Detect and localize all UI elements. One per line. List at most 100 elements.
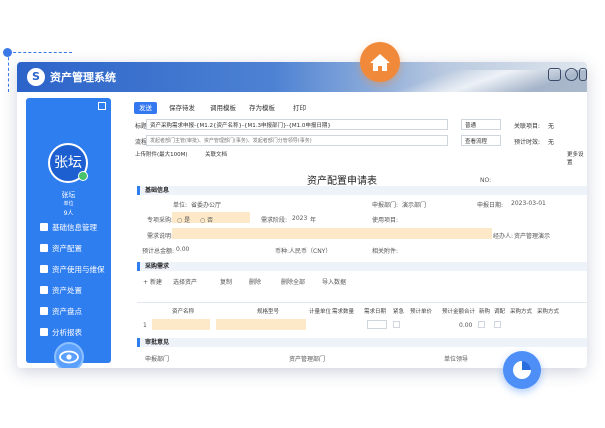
app-window: S 资产管理系统 张坛 张坛 单位 9人 基础信息管理 资产配置 资产使用与维保… <box>17 62 587 368</box>
currency-label: 币种: <box>275 248 290 255</box>
send-button[interactable]: 发送 <box>134 102 157 114</box>
dept-value: 演示部门 <box>402 202 427 209</box>
approval-leader: 单位领导 <box>444 356 469 363</box>
col-asset-name: 资产名称 <box>172 309 195 315</box>
date-input[interactable] <box>367 320 387 329</box>
title-input[interactable]: 资产采购需求申报-{M1.2{资产名称}-{M1.3申报部门}-{M1.0申报日… <box>146 119 448 130</box>
approval-dept: 申报部门 <box>145 356 170 363</box>
year-unit: 年 <box>310 217 317 224</box>
sidebar-item-asset-dispose[interactable]: 资产处置 <box>26 282 111 300</box>
col-date: 需求日期 <box>364 309 387 315</box>
sidebar-item-asset-use[interactable]: 资产使用与维保 <box>26 261 111 279</box>
add-button[interactable]: + 新建 <box>143 277 162 286</box>
section-purchase: 采购需求 <box>137 262 587 271</box>
copy-button[interactable]: 复制 <box>220 277 232 286</box>
use-template-button[interactable]: 调用模板 <box>210 102 236 114</box>
online-check-icon <box>78 171 88 181</box>
sidebar-item-inventory[interactable]: 资产盘点 <box>26 303 111 321</box>
collapse-icon[interactable] <box>98 102 106 110</box>
view-flow-button[interactable]: 查看流程 <box>461 135 501 146</box>
asset-name-input[interactable] <box>152 319 210 330</box>
date-label: 申报日期: <box>477 202 504 209</box>
sidebar-item-reports[interactable]: 分析报表 <box>26 324 111 342</box>
attach-label: 相关附件: <box>372 248 399 255</box>
document-icon <box>40 286 48 294</box>
related-value[interactable]: 无 <box>548 121 554 130</box>
form-title: 资产配置申请表 <box>307 176 377 187</box>
delete-button[interactable]: 删除 <box>249 277 261 286</box>
col-transfer: 调配 <box>494 309 506 315</box>
save-template-button[interactable]: 存为模板 <box>249 102 275 114</box>
deadline-label: 预计时效: <box>514 139 541 146</box>
col-method-2: 采购方式 <box>537 309 560 315</box>
related-label: 关联项目: <box>514 123 541 130</box>
handler-label: 经办人: <box>493 233 514 240</box>
col-spec: 规格型号 <box>257 309 280 315</box>
user-name: 张坛 <box>61 191 76 199</box>
related-doc-link[interactable]: 关联文档 <box>205 150 227 158</box>
year-value[interactable]: 2023 <box>292 215 307 222</box>
app-logo-icon: S <box>27 68 45 86</box>
approval-asset-dept: 资产管理部门 <box>289 356 326 363</box>
col-unit: 计量单位 <box>309 309 332 315</box>
import-button[interactable]: 导入数据 <box>322 277 346 286</box>
home-icon <box>40 223 48 231</box>
settings-icon[interactable] <box>579 68 587 81</box>
delete-all-button[interactable]: 删除全部 <box>281 277 305 286</box>
sidebar-item-base-info[interactable]: 基础信息管理 <box>26 219 111 237</box>
urgent-checkbox[interactable] <box>393 321 400 328</box>
document-icon <box>40 244 48 252</box>
new-checkbox[interactable] <box>478 321 485 328</box>
table-divider <box>137 302 587 303</box>
stage-label: 需求阶段: <box>261 217 288 224</box>
eye-icon[interactable] <box>54 342 84 368</box>
desc-input[interactable] <box>172 228 492 239</box>
app-title: 资产管理系统 <box>50 71 116 84</box>
col-new: 新购 <box>479 309 491 315</box>
priority-select[interactable]: 普通 <box>461 119 501 130</box>
sidebar: 张坛 张坛 单位 9人 基础信息管理 资产配置 资产使用与维保 资产处置 资产盘… <box>26 98 111 368</box>
home-icon[interactable] <box>360 42 400 82</box>
dept-label: 申报部门: <box>372 202 399 209</box>
col-urgent: 紧急 <box>393 309 405 315</box>
radio-no[interactable]: ○ 否 <box>200 215 213 224</box>
grid-icon[interactable] <box>565 68 578 81</box>
decor-dashed-line-vertical <box>8 52 9 92</box>
document-icon <box>40 265 48 273</box>
handler-value: 资产管理演示 <box>514 233 551 240</box>
col-qty: 需求数量 <box>332 309 355 315</box>
print-button[interactable]: 打印 <box>293 102 306 114</box>
form-no-label: NO: <box>480 177 492 184</box>
unit-value: 省委办公厅 <box>191 202 222 209</box>
transfer-checkbox[interactable] <box>494 321 501 328</box>
user-icon[interactable] <box>548 68 561 81</box>
desc-label: 需求说明: <box>147 233 174 240</box>
user-count: 9人 <box>63 210 74 217</box>
user-dept: 单位 <box>63 201 74 207</box>
flow-input[interactable]: 发起者部门主管(审批)、资产管理部门(事务)、发起者部门分管领导(事务) <box>146 135 448 146</box>
save-draft-button[interactable]: 保存待发 <box>169 102 195 114</box>
section-basic-info: 基础信息 <box>137 186 587 195</box>
project-label: 使用项目: <box>372 217 399 224</box>
more-settings-link[interactable]: 更多设置 <box>567 150 587 166</box>
date-value: 2023-03-01 <box>511 200 546 207</box>
document-icon <box>40 328 48 336</box>
currency-select[interactable]: 人民币（CNY） <box>289 246 331 255</box>
document-icon <box>40 307 48 315</box>
select-asset-button[interactable]: 选择资产 <box>173 277 197 286</box>
deadline-value[interactable]: 无 <box>548 137 554 146</box>
special-purchase-label: 专项采购: <box>147 217 174 224</box>
unit-label: 单位: <box>173 202 188 209</box>
budget-label: 预计总金额: <box>142 248 175 255</box>
spec-input[interactable] <box>216 319 306 330</box>
sidebar-item-asset-config[interactable]: 资产配置 <box>26 240 111 258</box>
col-method: 采购方式 <box>510 309 533 315</box>
pie-chart-icon[interactable] <box>503 351 541 389</box>
section-approval: 审批意见 <box>137 338 587 347</box>
upload-attachment-link[interactable]: 上传附件(最大100M) <box>135 150 188 158</box>
radio-yes[interactable]: ○ 是 <box>177 215 190 224</box>
decor-dashed-line <box>8 52 72 53</box>
col-total: 预计金额合计 <box>442 309 476 315</box>
row-index: 1 <box>143 322 147 329</box>
row-amount: 0.00 <box>459 322 473 329</box>
